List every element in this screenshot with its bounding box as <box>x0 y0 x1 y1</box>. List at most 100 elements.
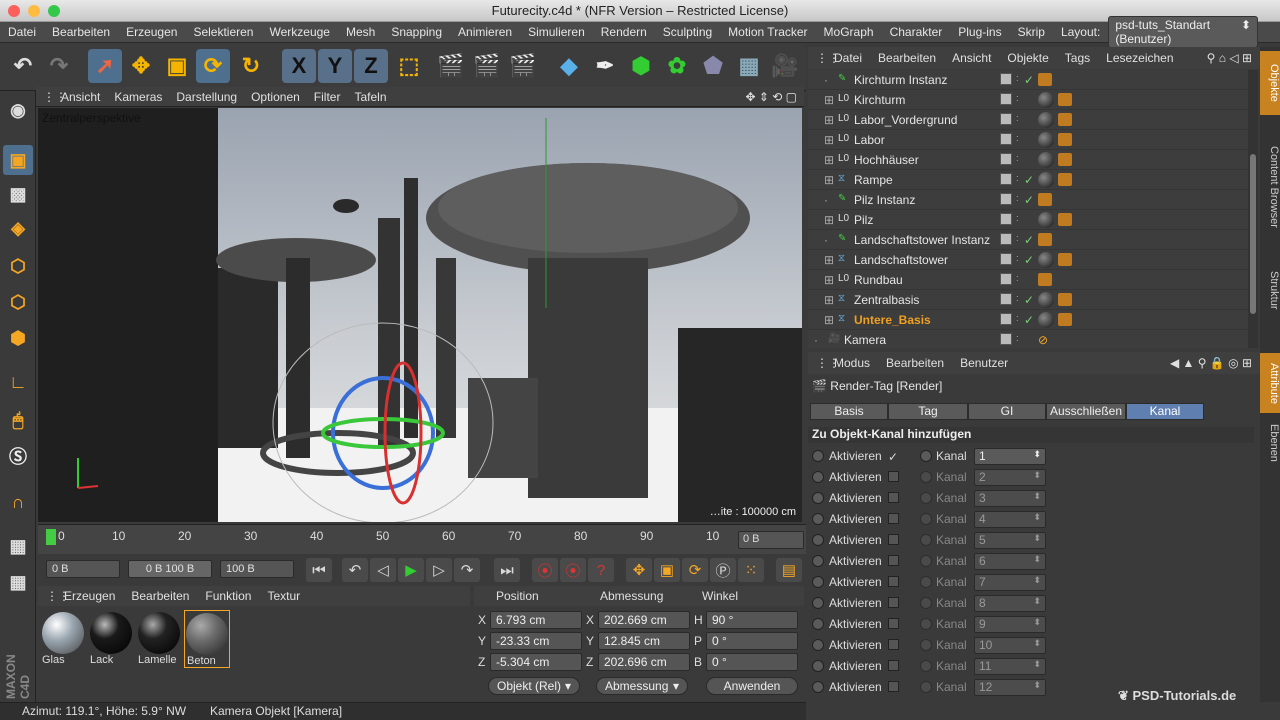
material-menu-funktion[interactable]: Funktion <box>197 589 259 603</box>
viewport-menu-darstellung[interactable]: Darstellung <box>169 90 244 104</box>
material-tag-icon[interactable] <box>1038 152 1054 168</box>
kanal-number-field[interactable]: 7 ⬍ <box>974 574 1046 591</box>
expand-icon[interactable]: ⊞ <box>824 313 834 327</box>
animate-radio-icon[interactable] <box>812 534 824 546</box>
render-tag-icon[interactable] <box>1058 153 1072 166</box>
object-row[interactable]: ⊞ ⧖ Rampe: ✓ <box>808 170 1248 190</box>
menu-snapping[interactable]: Snapping <box>383 25 450 39</box>
object-row[interactable]: ⊞ L0 Pilz: <box>808 210 1248 230</box>
visibility-dots-icon[interactable]: : <box>1016 233 1019 243</box>
visibility-dots-icon[interactable]: : <box>1016 273 1019 283</box>
render-view-icon[interactable]: 🎬 <box>434 49 468 83</box>
axis-x-button[interactable]: X <box>282 49 316 83</box>
edges-mode-icon[interactable]: ⬡ <box>3 287 33 317</box>
menu-charakter[interactable]: Charakter <box>882 25 951 39</box>
animate-radio-icon[interactable] <box>920 597 932 609</box>
material-glas[interactable]: Glas <box>40 610 86 668</box>
animate-radio-icon[interactable] <box>812 513 824 525</box>
material-tag-icon[interactable] <box>1038 212 1054 228</box>
animate-radio-icon[interactable] <box>920 471 932 483</box>
material-tag-icon[interactable] <box>1038 92 1054 108</box>
expand-icon[interactable]: ⊞ <box>824 113 834 127</box>
side-tab-attribute[interactable]: Attribute <box>1260 353 1280 413</box>
menu-erzeugen[interactable]: Erzeugen <box>118 25 185 39</box>
timeline-playhead[interactable] <box>46 529 56 545</box>
object-row[interactable]: ⊞ L0 Labor_Vordergrund: <box>808 110 1248 130</box>
rotation-b-field[interactable]: 0 ° <box>706 653 798 671</box>
visibility-dots-icon[interactable]: : <box>1016 313 1019 323</box>
activate-checkbox[interactable] <box>888 681 899 692</box>
magnet-icon[interactable]: ∩ <box>3 487 33 517</box>
menu-plugins[interactable]: Plug-ins <box>950 25 1009 39</box>
key-rotation-icon[interactable]: ⟳ <box>682 558 708 582</box>
layer-icon[interactable] <box>1000 273 1012 285</box>
material-tag-icon[interactable] <box>1038 312 1054 328</box>
render-tag-icon[interactable] <box>1058 133 1072 146</box>
menu-simulieren[interactable]: Simulieren <box>520 25 593 39</box>
auto-key-icon[interactable]: ⦿ <box>560 558 586 582</box>
visibility-dots-icon[interactable]: : <box>1016 113 1019 123</box>
layer-icon[interactable] <box>1000 313 1012 325</box>
viewport-menu-kameras[interactable]: Kameras <box>107 90 169 104</box>
kanal-number-field[interactable]: 4 ⬍ <box>974 511 1046 528</box>
axis-z-button[interactable]: Z <box>354 49 388 83</box>
visibility-dots-icon[interactable]: : <box>1016 93 1019 103</box>
size-mode-select[interactable]: Abmessung ▾ <box>596 677 688 695</box>
animate-radio-icon[interactable] <box>920 534 932 546</box>
previous-key-icon[interactable]: ↶ <box>342 558 368 582</box>
expand-icon[interactable]: · <box>814 333 818 347</box>
go-to-start-icon[interactable]: ⏮ <box>306 558 332 582</box>
activate-checkbox[interactable] <box>888 534 899 545</box>
kanal-number-field[interactable]: 12 ⬍ <box>974 679 1046 696</box>
end-frame-field[interactable]: 100 B <box>220 560 294 578</box>
snapping-icon[interactable]: Ⓢ <box>3 441 33 471</box>
go-to-end-icon[interactable]: ⏭ <box>494 558 520 582</box>
material-tag-icon[interactable] <box>1038 112 1054 128</box>
object-name[interactable]: Kirchturm <box>854 93 905 107</box>
side-tab-struktur[interactable]: Struktur <box>1260 259 1280 321</box>
animate-radio-icon[interactable] <box>920 639 932 651</box>
material-menu-bearbeiten[interactable]: Bearbeiten <box>123 589 197 603</box>
animate-radio-icon[interactable] <box>812 555 824 567</box>
enabled-check-icon[interactable]: ✓ <box>1024 173 1034 187</box>
side-tab-ebenen[interactable]: Ebenen <box>1260 415 1280 471</box>
tab-basis[interactable]: Basis <box>810 403 888 420</box>
workplane-icon[interactable]: ◈ <box>3 213 33 243</box>
protection-tag-icon[interactable]: ⊘ <box>1038 333 1048 347</box>
tab-gi[interactable]: GI <box>968 403 1046 420</box>
material-menu-erzeugen[interactable]: Erzeugen <box>56 589 123 603</box>
activate-checkbox[interactable] <box>888 513 899 524</box>
kanal-number-field[interactable]: 1 ⬍ <box>974 448 1046 465</box>
position-x-field[interactable]: 6.793 cm <box>490 611 582 629</box>
tab-tag[interactable]: Tag <box>888 403 968 420</box>
select-arrow-icon[interactable]: ➚ <box>88 49 122 83</box>
expand-icon[interactable]: ⊞ <box>824 133 834 147</box>
object-name[interactable]: Rundbau <box>854 273 903 287</box>
kanal-number-field[interactable]: 10 ⬍ <box>974 637 1046 654</box>
expand-icon[interactable]: ⊞ <box>824 173 834 187</box>
render-tag-icon[interactable] <box>1038 273 1052 286</box>
activate-checkbox[interactable]: ✓ <box>888 450 899 464</box>
menu-mograph[interactable]: MoGraph <box>816 25 882 39</box>
timeline-ruler[interactable]: 0 10 20 30 40 50 60 70 80 90 10 0 B <box>38 524 806 554</box>
visibility-dots-icon[interactable]: : <box>1016 253 1019 263</box>
object-name[interactable]: Kirchturm Instanz <box>854 73 947 87</box>
expand-icon[interactable]: ⊞ <box>824 93 834 107</box>
animate-radio-icon[interactable] <box>812 639 824 651</box>
kanal-number-field[interactable]: 2 ⬍ <box>974 469 1046 486</box>
animate-radio-icon[interactable] <box>920 618 932 630</box>
animate-radio-icon[interactable] <box>812 597 824 609</box>
start-frame-field[interactable]: 0 B <box>46 560 120 578</box>
enabled-check-icon[interactable]: ✓ <box>1024 293 1034 307</box>
object-name[interactable]: Labor_Vordergrund <box>854 113 957 127</box>
position-y-field[interactable]: -23.33 cm <box>490 632 582 650</box>
object-name[interactable]: Kamera <box>844 333 886 347</box>
object-row[interactable]: ⊞ ⧖ Untere_Basis: ✓ <box>808 310 1248 330</box>
material-tag-icon[interactable] <box>1038 292 1054 308</box>
animate-radio-icon[interactable] <box>812 681 824 693</box>
menu-datei[interactable]: Datei <box>0 25 44 39</box>
rotate-icon[interactable]: ⟳ <box>196 49 230 83</box>
side-tab-objekte[interactable]: Objekte <box>1260 51 1280 115</box>
key-scale-icon[interactable]: ▣ <box>654 558 680 582</box>
menu-sculpting[interactable]: Sculpting <box>655 25 720 39</box>
